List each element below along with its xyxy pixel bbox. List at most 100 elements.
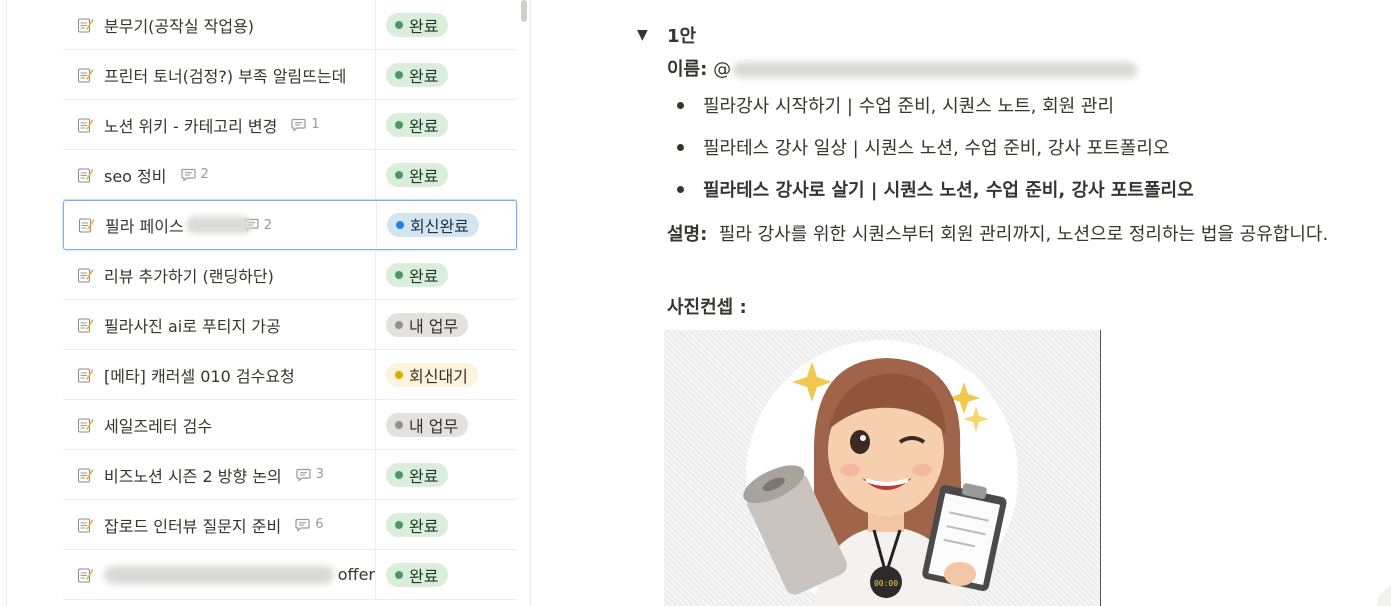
status-cell[interactable]: 내 업무: [386, 400, 469, 449]
status-badge[interactable]: 완료: [386, 512, 449, 537]
row-title[interactable]: 필라 페이스: [105, 213, 184, 237]
row-title[interactable]: 분무기(공작실 작업용): [104, 13, 254, 37]
status-dot-icon: [395, 170, 403, 179]
comment-icon: [291, 118, 306, 132]
status-badge[interactable]: 완료: [386, 562, 449, 587]
table-row[interactable]: 분무기(공작실 작업용) 완료: [63, 0, 517, 50]
memo-icon: [78, 418, 93, 432]
memo-icon: [78, 18, 93, 32]
status-cell[interactable]: 회신대기: [386, 350, 478, 399]
title-cell[interactable]: 잡로드 인터뷰 질문지 준비 6: [63, 500, 376, 549]
comment-count[interactable]: 3: [296, 467, 324, 482]
table-row[interactable]: seo 정비 2 완료: [63, 150, 517, 200]
table-row[interactable]: 비즈노션 시즌 2 방향 논의 3 완료: [63, 450, 517, 500]
name-field: 이름: @: [667, 55, 1138, 81]
table-row[interactable]: 노션 위키 - 카테고리 변경 1 완료: [63, 100, 517, 150]
status-cell[interactable]: 내 업무: [386, 300, 469, 349]
comment-count-value: 2: [200, 167, 209, 182]
row-title[interactable]: 프린터 토너(검정?) 부족 알림뜨는데: [104, 63, 346, 87]
status-badge[interactable]: 완료: [386, 112, 449, 137]
comment-count[interactable]: 2: [180, 167, 209, 182]
stopwatch-time: 00:00: [874, 579, 898, 588]
panel-divider: [6, 0, 7, 606]
row-title[interactable]: seo 정비: [104, 163, 167, 187]
bullet-item-3: 필라테스 강사로 살기 | 시퀀스 노션, 수업 준비, 강사 포트폴리오: [677, 176, 1194, 218]
status-label: 회신대기: [409, 366, 468, 386]
resize-corner: [1377, 576, 1391, 606]
table-row[interactable]: 필라사진 ai로 푸티지 가공 내 업무: [63, 300, 517, 350]
status-cell[interactable]: 완료: [386, 50, 449, 99]
concept-image[interactable]: 00:00: [664, 330, 1101, 606]
title-cell[interactable]: 노션 위키 - 카테고리 변경 1: [63, 100, 376, 149]
table-row[interactable]: 필라 페이스 2 회신완료: [63, 200, 517, 250]
title-cell[interactable]: seo 정비 2: [63, 150, 376, 199]
status-badge[interactable]: 회신대기: [386, 362, 478, 387]
row-title[interactable]: [메타] 캐러셀 010 검수요청: [104, 363, 295, 387]
title-cell[interactable]: 필라사진 ai로 푸티지 가공: [63, 300, 376, 349]
status-badge[interactable]: 완료: [386, 12, 449, 37]
table-row[interactable]: offer 완료: [63, 550, 517, 600]
description-field: 설명: 필라 강사를 위한 시퀀스부터 회원 관리까지, 노션으로 정리하는 법…: [667, 220, 1372, 250]
table-row[interactable]: 세일즈레터 검수 내 업무: [63, 400, 517, 450]
status-badge[interactable]: 완료: [386, 262, 449, 287]
row-title[interactable]: 노션 위키 - 카테고리 변경: [104, 113, 277, 137]
status-cell[interactable]: 회신완료: [387, 201, 479, 249]
title-cell[interactable]: offer: [63, 550, 376, 599]
status-badge[interactable]: 회신완료: [387, 213, 479, 237]
title-cell[interactable]: 필라 페이스 2: [64, 201, 377, 249]
status-cell[interactable]: 완료: [386, 250, 449, 299]
title-cell[interactable]: 프린터 토너(검정?) 부족 알림뜨는데: [63, 50, 376, 99]
row-title[interactable]: 세일즈레터 검수: [104, 413, 212, 437]
table-row[interactable]: 리뷰 추가하기 (랜딩하단) 완료: [63, 250, 517, 300]
title-cell[interactable]: 비즈노션 시즌 2 방향 논의 3: [63, 450, 376, 499]
status-cell[interactable]: 완료: [386, 550, 449, 599]
status-label: 완료: [409, 466, 439, 486]
status-dot-icon: [395, 520, 403, 529]
status-badge[interactable]: 완료: [386, 462, 449, 487]
comment-count-value: 6: [315, 517, 324, 532]
toggle-block[interactable]: ▼ 1안: [637, 22, 696, 48]
status-label: 회신완료: [410, 217, 469, 236]
row-title[interactable]: offer: [338, 565, 375, 584]
status-cell[interactable]: 완료: [386, 450, 449, 499]
status-cell[interactable]: 완료: [386, 0, 449, 49]
memo-icon: [78, 518, 93, 532]
status-badge[interactable]: 완료: [386, 162, 449, 187]
comment-count[interactable]: 6: [295, 517, 323, 532]
memo-icon: [78, 168, 93, 182]
status-cell[interactable]: 완료: [386, 100, 449, 149]
row-title[interactable]: 잡로드 인터뷰 질문지 준비: [104, 513, 281, 537]
table-row[interactable]: 프린터 토너(검정?) 부족 알림뜨는데 완료: [63, 50, 517, 100]
status-dot-icon: [395, 20, 403, 29]
memo-icon: [78, 268, 93, 282]
comment-count-value: 1: [311, 117, 320, 132]
scrollbar-thumb[interactable]: [521, 0, 527, 22]
title-cell[interactable]: [메타] 캐러셀 010 검수요청: [63, 350, 376, 399]
table-row[interactable]: 잡로드 인터뷰 질문지 준비 6 완료: [63, 500, 517, 550]
row-title[interactable]: 필라사진 ai로 푸티지 가공: [104, 313, 281, 337]
description-text: 필라 강사를 위한 시퀀스부터 회원 관리까지, 노션으로 정리하는 법을 공유…: [718, 224, 1329, 245]
status-dot-icon: [395, 420, 403, 429]
status-label: 내 업무: [409, 316, 459, 336]
status-label: 완료: [409, 16, 439, 36]
title-cell[interactable]: 세일즈레터 검수: [63, 400, 376, 449]
status-dot-icon: [396, 221, 404, 229]
title-cell[interactable]: 리뷰 추가하기 (랜딩하단): [63, 250, 376, 299]
status-badge[interactable]: 내 업무: [386, 412, 469, 437]
table-scrollbar[interactable]: [519, 0, 529, 606]
title-cell[interactable]: 분무기(공작실 작업용): [63, 0, 376, 49]
row-title[interactable]: 리뷰 추가하기 (랜딩하단): [104, 263, 274, 287]
status-badge[interactable]: 내 업무: [386, 312, 469, 337]
status-label: 완료: [409, 266, 439, 286]
blurred-text: [185, 216, 252, 234]
table-row[interactable]: [메타] 캐러셀 010 검수요청 회신대기: [63, 350, 517, 400]
description-label: 설명:: [667, 224, 708, 245]
toggle-arrow-icon[interactable]: ▼: [637, 27, 653, 43]
status-cell[interactable]: 완료: [386, 500, 449, 549]
status-badge[interactable]: 완료: [386, 62, 449, 87]
row-title[interactable]: 비즈노션 시즌 2 방향 논의: [104, 463, 282, 487]
status-cell[interactable]: 완료: [386, 150, 449, 199]
memo-icon: [78, 118, 93, 132]
comment-count[interactable]: 1: [291, 117, 320, 132]
mention-prefix: @: [713, 59, 732, 80]
